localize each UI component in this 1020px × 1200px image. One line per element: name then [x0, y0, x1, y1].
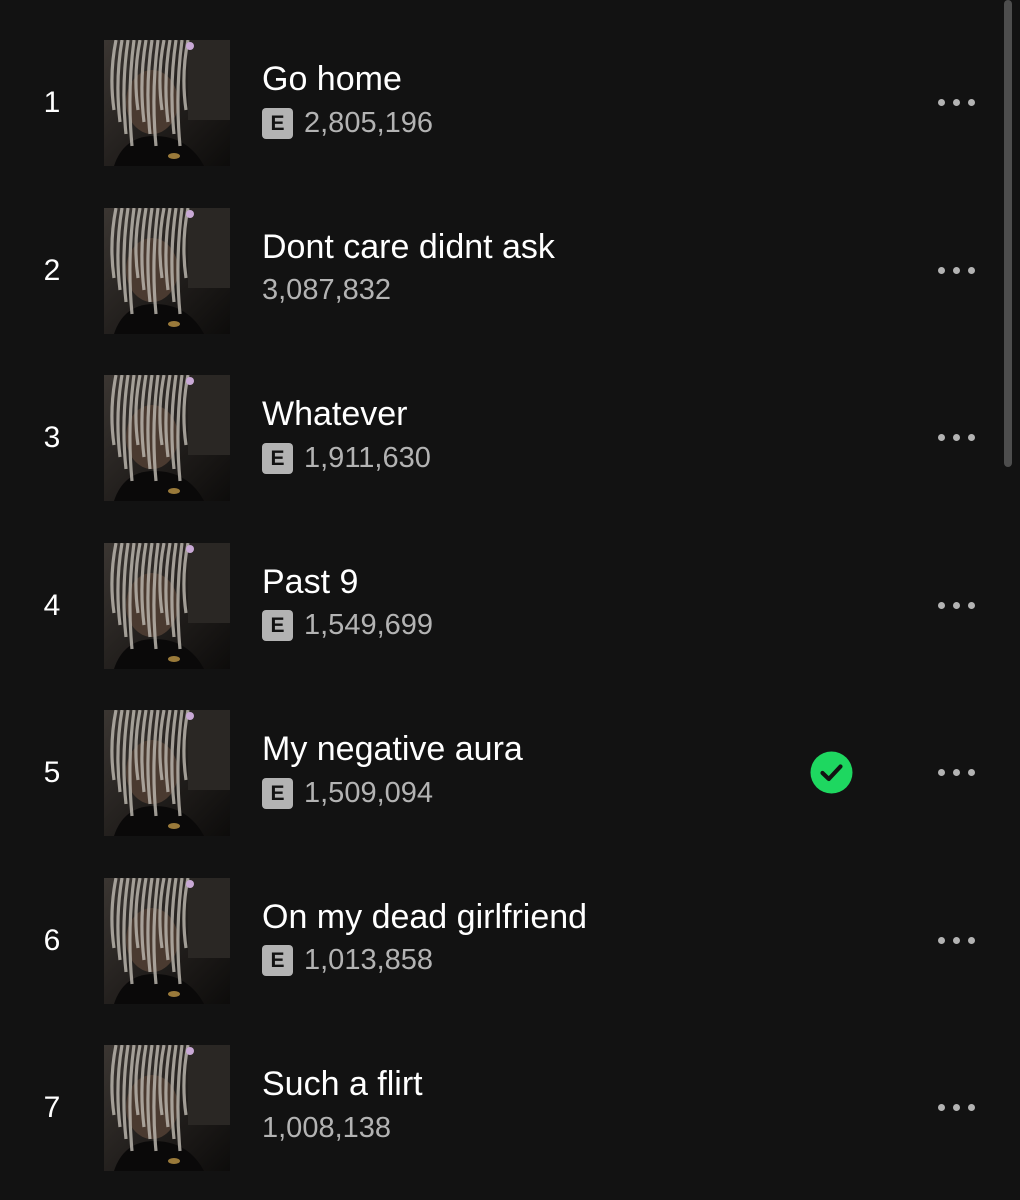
track-meta: E 1,013,858 — [262, 943, 802, 979]
track-number: 7 — [43, 1091, 61, 1124]
track-meta: E 2,805,196 — [262, 105, 802, 141]
more-options-button[interactable] — [920, 416, 992, 459]
more-options-button[interactable] — [920, 249, 992, 292]
more-dot — [937, 601, 945, 609]
track-row[interactable]: 7 Such a flirt 1,008,138 — [0, 1024, 1000, 1192]
track-row[interactable]: 1 Go home E 2,805,196 — [0, 19, 1000, 187]
scrollbar[interactable] — [1002, 0, 1014, 470]
album-art — [104, 542, 230, 669]
album-art — [104, 710, 230, 836]
track-title: Go home — [262, 60, 402, 98]
track-title: My negative aura — [262, 730, 523, 768]
more-dot — [937, 99, 945, 106]
play-count: 2,805,196 — [304, 106, 434, 139]
more-dot — [967, 769, 975, 776]
track-meta: E 1,509,094 — [262, 775, 802, 811]
track-title: On my dead girlfriend — [262, 897, 588, 936]
more-dot — [937, 936, 945, 944]
more-dot — [952, 601, 960, 609]
album-art-graphic — [104, 207, 230, 334]
more-dot — [967, 601, 975, 609]
explicit-badge: E — [262, 610, 293, 641]
play-count: 1,013,858 — [304, 944, 434, 976]
more-options-button[interactable] — [920, 751, 992, 794]
explicit-badge: E — [262, 107, 293, 139]
more-dot — [952, 1104, 960, 1111]
album-art — [104, 207, 230, 334]
play-count: 1,008,138 — [262, 1111, 392, 1144]
track-meta: E 1,549,699 — [262, 608, 802, 644]
track-number: 4 — [43, 588, 61, 622]
track-number: 2 — [43, 253, 61, 287]
track-number: 1 — [43, 86, 61, 119]
more-dot — [952, 769, 960, 776]
more-options-button[interactable] — [920, 919, 992, 962]
more-dot — [967, 936, 975, 944]
more-dot — [967, 1104, 975, 1111]
more-dot — [937, 769, 945, 776]
more-dot — [967, 266, 975, 274]
track-info: Dont care didnt ask 3,087,832 — [262, 225, 802, 309]
explicit-badge: E — [262, 777, 293, 809]
scrollbar-thumb[interactable] — [1004, 0, 1012, 467]
track-number: 6 — [43, 923, 61, 957]
album-art — [104, 877, 230, 1004]
play-count: 1,911,630 — [304, 441, 431, 474]
explicit-badge: E — [262, 442, 293, 474]
track-row[interactable]: 5 My negative aura E 1,509,094 — [0, 689, 1000, 857]
album-art-graphic — [104, 710, 230, 836]
play-count: 3,087,832 — [262, 274, 392, 306]
more-dot — [937, 266, 945, 274]
more-dot — [952, 266, 960, 274]
track-info: My negative aura E 1,509,094 — [262, 727, 802, 811]
track-number: 3 — [43, 421, 61, 454]
album-art-graphic — [104, 542, 230, 669]
more-dot — [937, 434, 945, 441]
album-art — [104, 40, 230, 166]
more-options-button[interactable] — [920, 81, 992, 124]
check-circle-icon-graphic — [810, 751, 853, 794]
more-dot — [937, 1104, 945, 1111]
track-list: 1 Go home E 2,805,196 2 Dont care didnt … — [0, 19, 1000, 1192]
more-dot — [952, 99, 960, 106]
album-art-graphic — [104, 40, 230, 166]
more-dot — [952, 434, 960, 441]
play-count: 1,549,699 — [304, 609, 434, 641]
play-count: 1,509,094 — [304, 776, 434, 809]
track-title: Dont care didnt ask — [262, 227, 555, 266]
track-title: Whatever — [262, 395, 408, 433]
album-art-graphic — [104, 877, 230, 1004]
track-title: Past 9 — [262, 562, 359, 601]
track-row[interactable]: 2 Dont care didnt ask 3,087,832 — [0, 187, 1000, 355]
track-info: Go home E 2,805,196 — [262, 57, 802, 141]
more-dot — [952, 936, 960, 944]
album-art — [104, 1045, 230, 1171]
track-info: Past 9 E 1,549,699 — [262, 560, 802, 644]
album-art — [104, 375, 230, 501]
track-meta: 3,087,832 — [262, 273, 802, 309]
track-meta: 1,008,138 — [262, 1110, 802, 1146]
track-meta: E 1,911,630 — [262, 440, 802, 476]
more-dot — [967, 434, 975, 441]
track-info: Whatever E 1,911,630 — [262, 392, 802, 476]
track-info: On my dead girlfriend E 1,013,858 — [262, 895, 802, 979]
track-row[interactable]: 3 Whatever E 1,911,630 — [0, 354, 1000, 522]
more-dot — [967, 99, 975, 106]
explicit-badge: E — [262, 945, 293, 976]
album-art-graphic — [104, 375, 230, 501]
more-options-button[interactable] — [920, 584, 992, 627]
track-title: Such a flirt — [262, 1065, 423, 1103]
track-number: 5 — [43, 756, 61, 789]
album-art-graphic — [104, 1045, 230, 1171]
track-info: Such a flirt 1,008,138 — [262, 1062, 802, 1146]
check-circle-icon[interactable] — [810, 751, 853, 794]
track-row[interactable]: 6 On my dead girlfriend E 1,013,858 — [0, 857, 1000, 1025]
more-options-button[interactable] — [920, 1086, 992, 1129]
track-row[interactable]: 4 Past 9 E 1,549,699 — [0, 522, 1000, 690]
